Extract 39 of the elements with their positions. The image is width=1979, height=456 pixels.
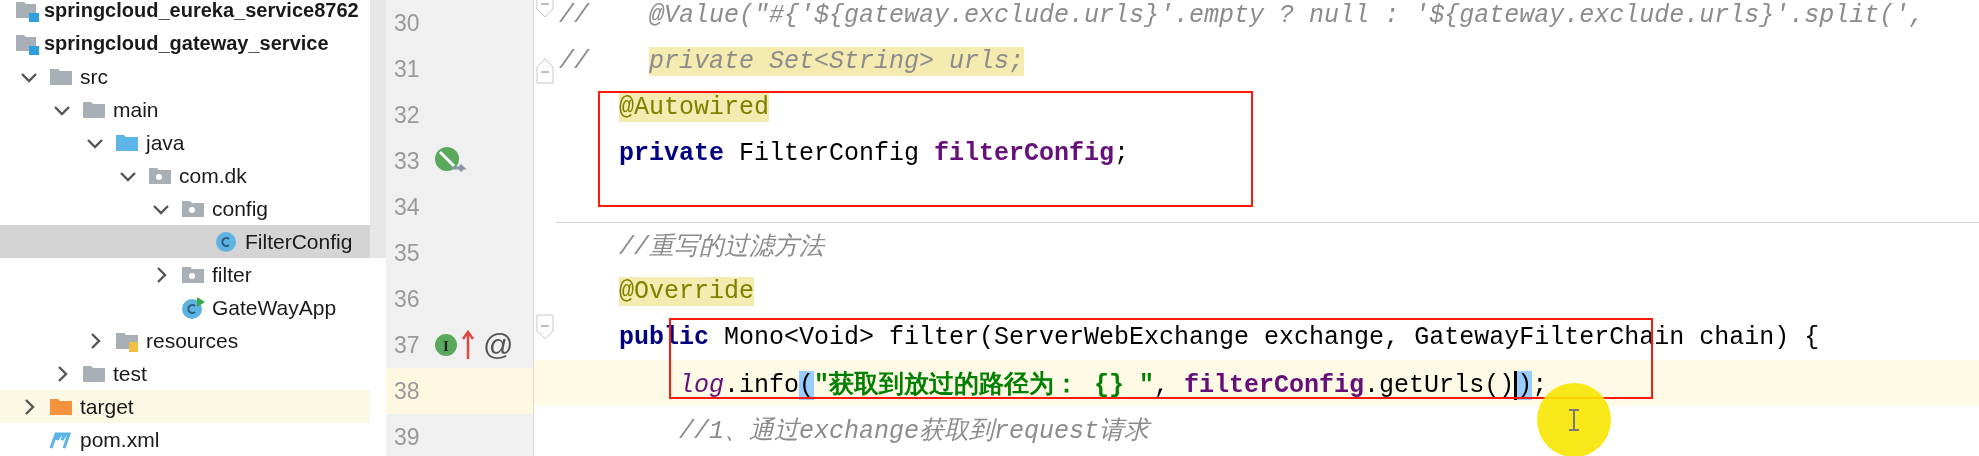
scrollbar-thumb[interactable] <box>370 0 386 258</box>
line-number: 37 <box>394 331 421 359</box>
line-number: 33 <box>394 147 421 175</box>
tree-item[interactable]: springcloud_gateway_service <box>0 27 370 60</box>
implemented-method-icon[interactable]: I <box>433 332 459 358</box>
tree-item[interactable]: main <box>0 93 370 126</box>
tree-item[interactable]: config <box>0 192 370 225</box>
up-arrow-icon[interactable] <box>461 329 475 361</box>
code-line: private FilterConfig filterConfig; <box>619 138 1130 168</box>
tree-item[interactable]: pom.xml <box>0 423 370 456</box>
class-icon <box>213 229 239 254</box>
line-number: 34 <box>394 193 421 221</box>
tree-item[interactable]: filter <box>0 258 370 291</box>
fold-marker-icon[interactable] <box>535 58 555 84</box>
tree-item[interactable]: GateWayApp <box>0 291 370 324</box>
line-number: 35 <box>394 239 421 267</box>
code-line: //1、通过exchange获取到request请求 <box>679 415 1150 446</box>
line-number: 31 <box>394 55 421 83</box>
tree-item[interactable]: FilterConfig <box>0 225 370 258</box>
tree-item[interactable]: test <box>0 357 370 390</box>
runnable-class-icon <box>180 295 206 320</box>
code-line: // private Set<String> urls; <box>559 46 1025 76</box>
fold-marker-icon[interactable] <box>535 314 555 340</box>
line-number: 30 <box>394 9 421 37</box>
line-number: 32 <box>394 101 421 129</box>
line-number: 36 <box>394 285 421 313</box>
tree-item[interactable]: resources <box>0 324 370 357</box>
tree-item[interactable]: src <box>0 60 370 93</box>
tree-item[interactable]: springcloud_eureka_service8762 <box>0 0 370 27</box>
code-line: //重写的过滤方法 <box>619 232 824 262</box>
code-line: // @Value("#{'${gateway.exclude.urls}'.empty ? null : '${gateway.exclude.urls}'.split(', <box>559 0 1925 30</box>
module-icon <box>14 0 40 23</box>
tree-item[interactable]: com.dk <box>0 159 370 192</box>
tree-item[interactable]: java <box>0 126 370 159</box>
line-number: 38 <box>394 377 421 405</box>
code-line: log.info("获取到放过的路径为： {} ", filterConfig.getUrls()); <box>679 369 1548 400</box>
line-number: 39 <box>394 423 421 451</box>
annotation-marker[interactable]: @ <box>483 328 514 362</box>
tree-item[interactable]: target <box>0 390 370 423</box>
